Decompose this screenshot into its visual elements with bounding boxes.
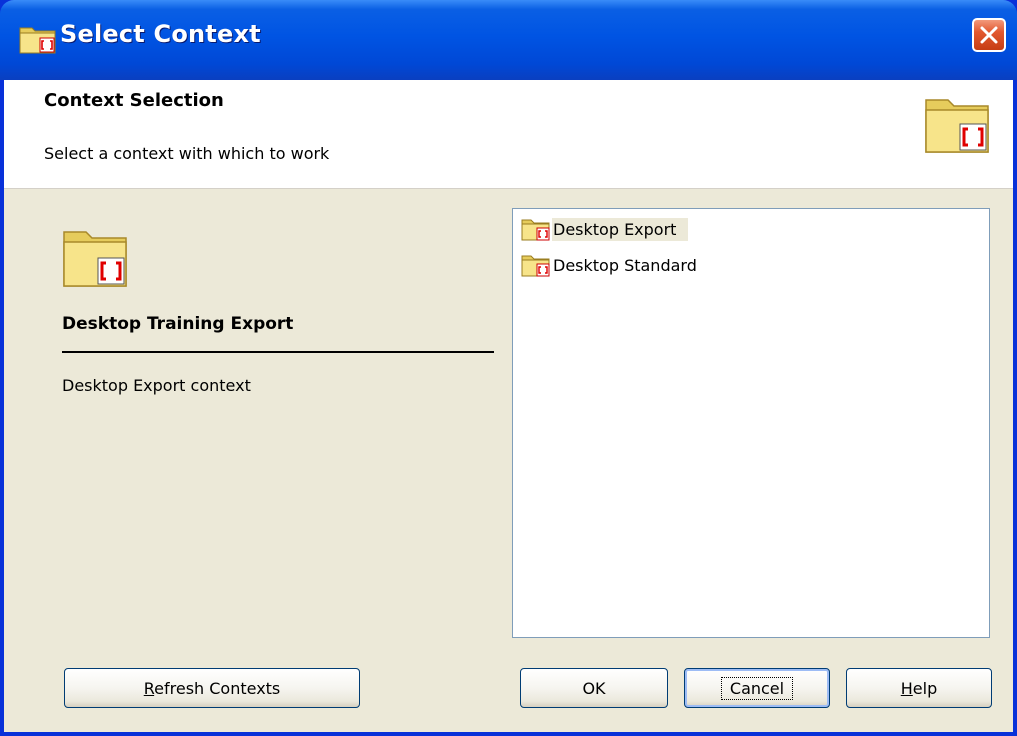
close-icon	[980, 26, 998, 44]
cancel-button[interactable]: Cancel	[684, 668, 830, 708]
context-description: Desktop Export context	[62, 376, 251, 395]
title-bar[interactable]: Select Context	[0, 0, 1017, 80]
header-title: Context Selection	[44, 90, 224, 111]
refresh-contexts-button[interactable]: Refresh Contexts	[64, 668, 360, 708]
separator	[62, 351, 494, 353]
context-name: Desktop Training Export	[62, 314, 294, 334]
window-title: Select Context	[60, 20, 261, 48]
list-item-desktop-standard[interactable]: Desktop Standard	[521, 250, 709, 280]
help-button[interactable]: Help	[846, 668, 992, 708]
header-panel: Context Selection Select a context with …	[4, 80, 1013, 189]
list-item-label: Desktop Export	[552, 217, 689, 241]
list-item-desktop-export[interactable]: Desktop Export	[521, 214, 689, 244]
dialog-window: Select Context Context Selection Select …	[0, 0, 1017, 736]
context-folder-icon	[63, 231, 127, 287]
refresh-button-label: Refresh Contexts	[143, 678, 281, 698]
close-button[interactable]	[972, 18, 1006, 52]
context-folder-icon	[19, 27, 56, 54]
context-list[interactable]: Desktop Export Desktop Standard	[512, 208, 990, 638]
list-item-label: Desktop Standard	[553, 255, 697, 275]
dialog-body: Context Selection Select a context with …	[4, 80, 1013, 732]
context-folder-icon	[925, 99, 989, 153]
context-folder-icon	[521, 255, 550, 277]
ok-button-label: OK	[582, 678, 606, 698]
ok-button[interactable]: OK	[520, 668, 668, 708]
header-subtitle: Select a context with which to work	[44, 144, 330, 163]
help-button-label: Help	[900, 678, 938, 698]
context-folder-icon	[521, 219, 550, 241]
cancel-button-label: Cancel	[720, 676, 794, 700]
